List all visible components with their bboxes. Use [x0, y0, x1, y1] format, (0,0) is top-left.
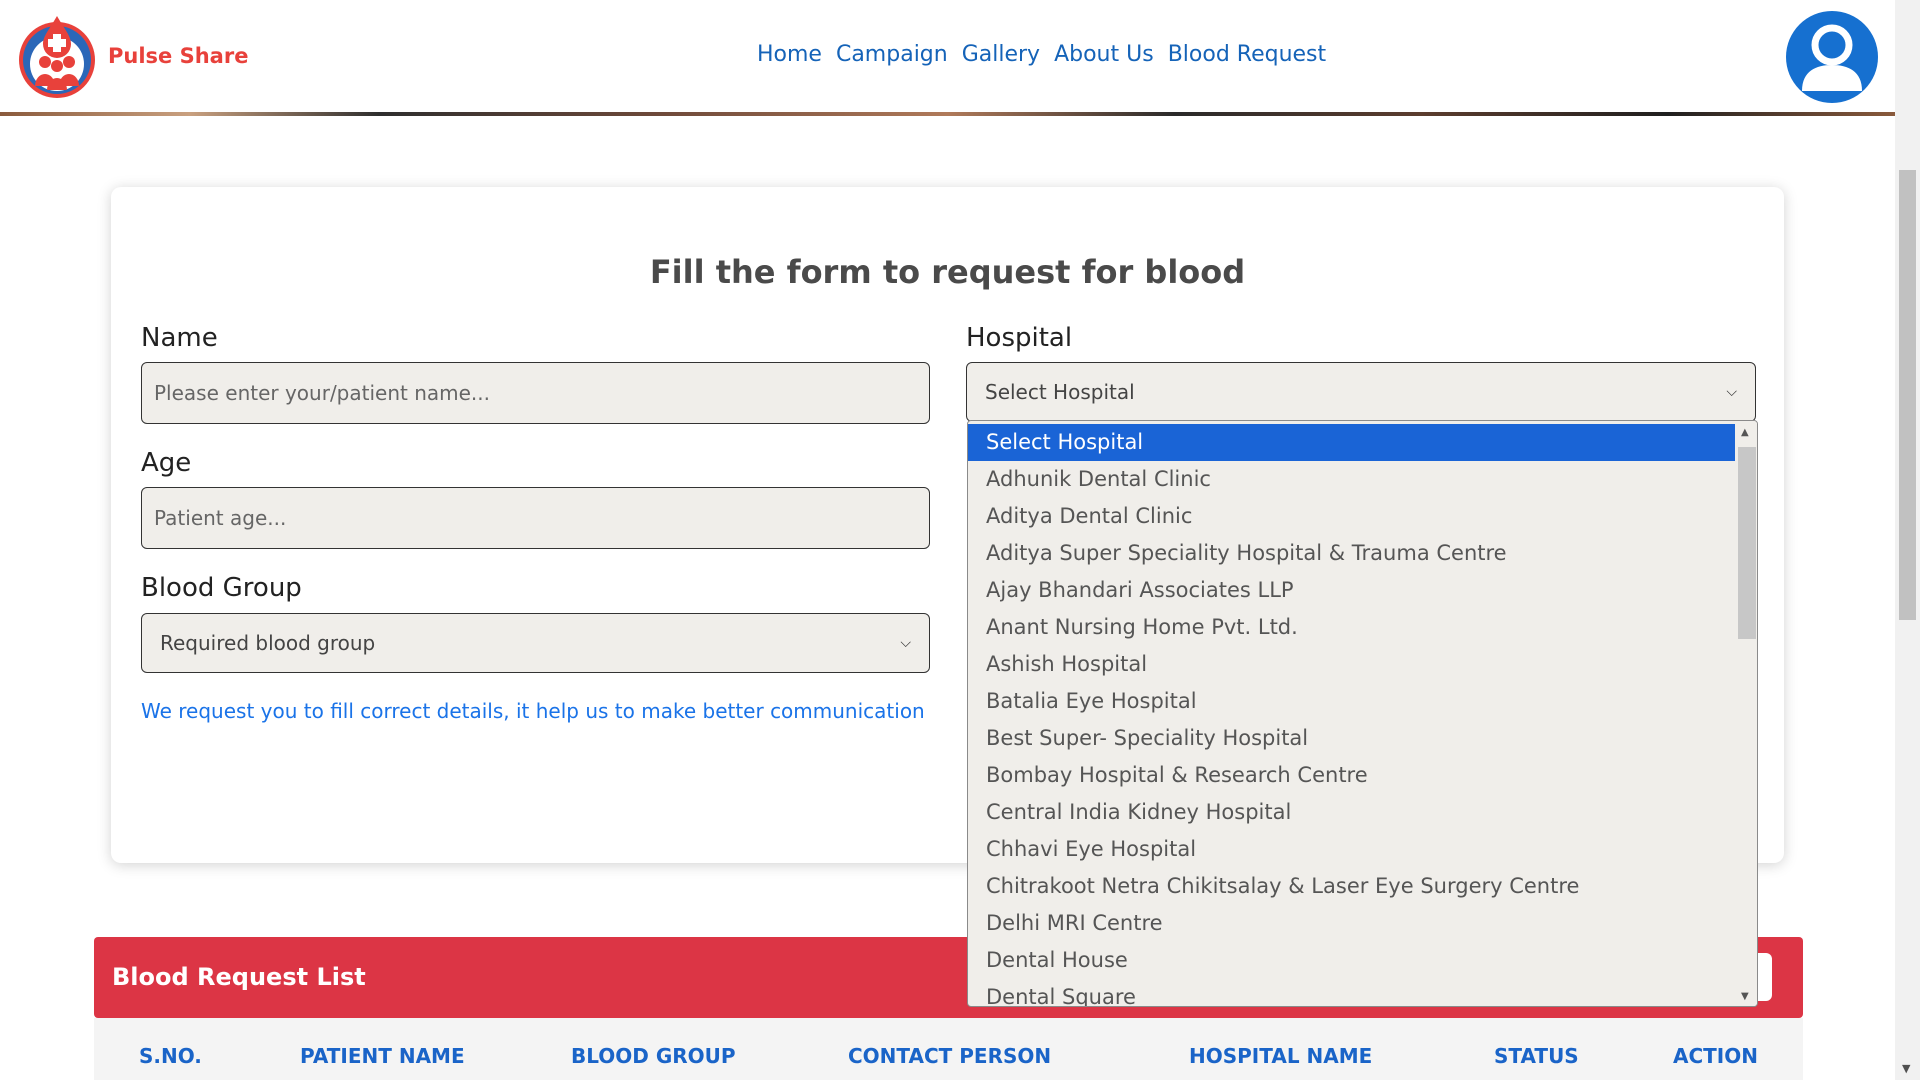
dropdown-scrollbar-thumb[interactable]	[1738, 447, 1756, 639]
column-action[interactable]: ACTION	[1673, 1044, 1758, 1068]
name-label: Name	[141, 323, 218, 353]
hospital-option[interactable]: Best Super- Speciality Hospital	[968, 720, 1735, 757]
hospital-option[interactable]: Chhavi Eye Hospital	[968, 831, 1735, 868]
column-sno[interactable]: S.NO.	[139, 1044, 202, 1068]
scroll-up-arrow-icon[interactable]: ▲	[1741, 427, 1749, 438]
blood-group-select[interactable]: Required blood group ⌵	[141, 613, 930, 673]
nav-about-us[interactable]: About Us	[1054, 42, 1154, 67]
hospital-option[interactable]: Bombay Hospital & Research Centre	[968, 757, 1735, 794]
scroll-down-arrow-icon[interactable]: ▼	[1902, 1062, 1910, 1075]
hospital-option[interactable]: Dental Square	[968, 979, 1735, 1006]
hospital-options: Select Hospital Adhunik Dental Clinic Adit…	[968, 424, 1735, 1006]
page-scrollbar[interactable]: ▼	[1895, 0, 1920, 1080]
form-hint-text: We request you to fill correct details, …	[141, 699, 925, 723]
chevron-down-icon: ⌵	[1726, 384, 1737, 400]
hospital-option[interactable]: Anant Nursing Home Pvt. Ltd.	[968, 609, 1735, 646]
nav-gallery[interactable]: Gallery	[962, 42, 1040, 67]
column-contact-person[interactable]: CONTACT PERSON	[848, 1044, 1051, 1068]
nav-blood-request[interactable]: Blood Request	[1168, 42, 1326, 67]
user-avatar[interactable]	[1786, 11, 1878, 103]
blood-request-table-header: S.NO. PATIENT NAME BLOOD GROUP CONTACT P…	[94, 1018, 1803, 1080]
age-input[interactable]: Patient age...	[141, 487, 930, 549]
hospital-option[interactable]: Central India Kidney Hospital	[968, 794, 1735, 831]
hospital-option[interactable]: Aditya Dental Clinic	[968, 498, 1735, 535]
main-nav: Home Campaign Gallery About Us Blood Req…	[757, 42, 1326, 67]
hospital-select[interactable]: Select Hospital ⌵	[966, 362, 1756, 422]
header-image-strip	[0, 112, 1895, 116]
column-blood-group[interactable]: BLOOD GROUP	[571, 1044, 736, 1068]
name-input[interactable]: Please enter your/patient name...	[141, 362, 930, 424]
hospital-option[interactable]: Select Hospital	[968, 424, 1735, 461]
hospital-option[interactable]: Dental House	[968, 942, 1735, 979]
chevron-down-icon: ⌵	[900, 635, 911, 651]
blood-request-list-title: Blood Request List	[112, 963, 366, 991]
hospital-option[interactable]: Ajay Bhandari Associates LLP	[968, 572, 1735, 609]
hospital-selected-value: Select Hospital	[985, 380, 1135, 404]
nav-home[interactable]: Home	[757, 42, 822, 67]
age-label: Age	[141, 448, 192, 478]
dropdown-scrollbar[interactable]: ▲ ▼	[1735, 421, 1757, 1006]
pulse-share-logo-icon[interactable]	[16, 14, 98, 100]
brand-name[interactable]: Pulse Share	[108, 44, 248, 68]
blood-group-label: Blood Group	[141, 573, 302, 603]
column-status[interactable]: STATUS	[1494, 1044, 1579, 1068]
hospital-option[interactable]: Batalia Eye Hospital	[968, 683, 1735, 720]
form-title: Fill the form to request for blood	[649, 253, 1246, 291]
blood-group-selected-value: Required blood group	[160, 631, 376, 655]
hospital-option[interactable]: Adhunik Dental Clinic	[968, 461, 1735, 498]
scroll-down-arrow-icon[interactable]: ▼	[1741, 991, 1749, 1002]
hospital-dropdown-list[interactable]: Select Hospital Adhunik Dental Clinic Adit…	[967, 420, 1758, 1007]
hospital-label: Hospital	[966, 323, 1073, 353]
nav-campaign[interactable]: Campaign	[836, 42, 948, 67]
hospital-option[interactable]: Aditya Super Speciality Hospital & Traum…	[968, 535, 1735, 572]
name-input-placeholder: Please enter your/patient name...	[154, 381, 490, 405]
user-icon	[1802, 24, 1862, 91]
column-hospital-name[interactable]: HOSPITAL NAME	[1189, 1044, 1372, 1068]
hospital-option[interactable]: Ashish Hospital	[968, 646, 1735, 683]
hospital-option[interactable]: Chitrakoot Netra Chikitsalay & Laser Eye…	[968, 868, 1735, 905]
age-input-placeholder: Patient age...	[154, 506, 287, 530]
hospital-option[interactable]: Delhi MRI Centre	[968, 905, 1735, 942]
site-header: Pulse Share Home Campaign Gallery About …	[0, 0, 1895, 115]
page-scrollbar-thumb[interactable]	[1899, 170, 1916, 620]
column-patient-name[interactable]: PATIENT NAME	[300, 1044, 465, 1068]
